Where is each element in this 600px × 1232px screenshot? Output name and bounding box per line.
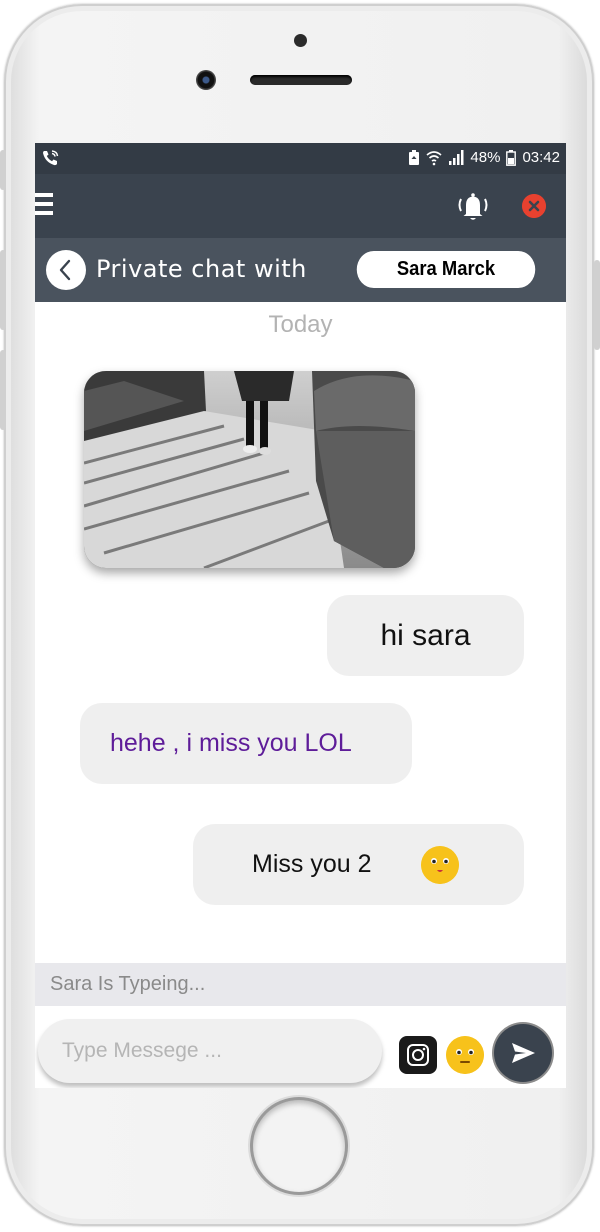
sent-message: hi sara [327,595,524,676]
power-button [594,260,600,350]
battery-icon [506,149,517,166]
notification-bell-icon[interactable] [455,191,491,223]
chat-header: Private chat with Sara Marck [35,238,566,302]
phone-call-icon [43,150,59,166]
volume-up-button [0,250,6,330]
contact-name-badge[interactable]: Sara Marck [356,251,536,288]
mute-switch [0,150,6,190]
chat-title: Private chat with [96,255,307,283]
signal-icon [449,150,464,165]
send-icon [512,1043,535,1063]
send-button[interactable] [494,1024,552,1082]
battery-percent: 48% [470,149,501,166]
home-button[interactable] [253,1100,345,1192]
composer-bar [35,1006,566,1088]
hamburger-menu-icon[interactable] [35,193,53,217]
received-message: hehe , i miss you LOL [80,703,412,784]
camera-button[interactable] [399,1036,437,1074]
app-screen: 48% 03:42 Private chat with Sara Marck T… [35,143,566,1088]
stairs-photo [84,371,415,568]
clock: 03:42 [522,149,560,166]
app-bar [35,174,566,238]
back-button[interactable] [46,250,86,290]
volume-down-button [0,350,6,430]
earpiece-speaker [250,75,352,85]
front-camera [196,70,216,90]
status-bar: 48% 03:42 [35,143,566,174]
sync-icon [409,149,420,165]
sent-message: Miss you 2 [193,824,524,905]
emoji-face-icon [421,846,459,884]
typing-indicator: Sara Is Typeing... [35,963,566,1006]
proximity-sensor [294,34,307,47]
emoji-picker-icon[interactable] [446,1036,484,1074]
message-input[interactable] [38,1019,382,1083]
date-divider: Today [268,311,333,338]
shared-photo-message[interactable] [84,371,415,568]
camera-icon [407,1044,429,1066]
message-text: Miss you 2 [252,850,372,878]
chevron-left-icon [59,259,71,281]
wifi-icon [426,150,442,165]
close-icon[interactable] [522,194,546,218]
